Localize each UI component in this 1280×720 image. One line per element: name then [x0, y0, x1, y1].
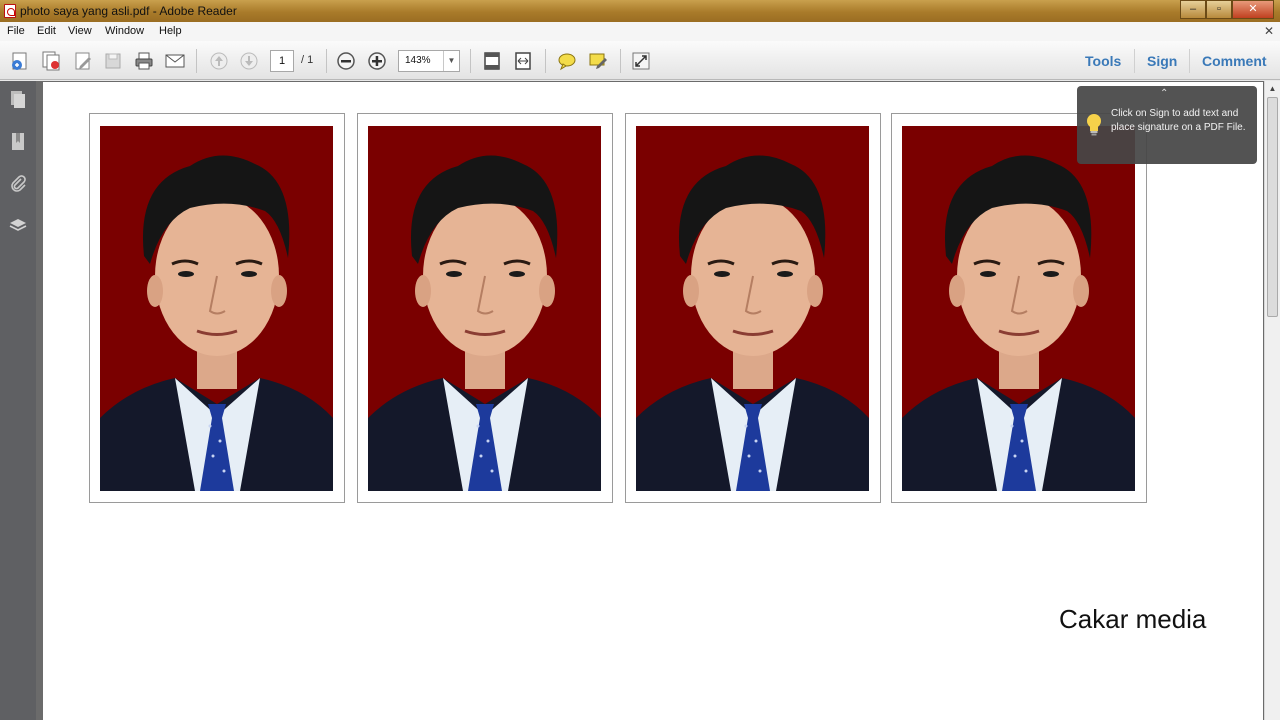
- toolbar-separator: [1134, 49, 1135, 73]
- passport-photo: [891, 113, 1147, 503]
- toolbar-separator: [470, 49, 471, 73]
- close-button[interactable]: ✕: [1232, 0, 1274, 19]
- menu-bar: File Edit View Window Help ✕: [0, 22, 1280, 41]
- watermark-text: Cakar media: [1059, 604, 1207, 634]
- passport-photo: [357, 113, 613, 503]
- portrait-image: [902, 126, 1135, 491]
- page-total: / 1: [301, 54, 314, 66]
- tooltip-text: Click on Sign to add text and place sign…: [1111, 108, 1246, 133]
- comment-pane-button[interactable]: Comment: [1202, 53, 1267, 69]
- lightbulb-icon: [1087, 114, 1101, 136]
- zoom-value: 143%: [405, 55, 431, 66]
- read-mode-icon[interactable]: [629, 49, 653, 73]
- edit-icon[interactable]: [71, 49, 95, 73]
- page-thumbnails-icon[interactable]: [8, 89, 28, 111]
- scroll-up-arrow-icon[interactable]: ▲: [1265, 81, 1280, 97]
- menu-help[interactable]: Help: [159, 25, 182, 37]
- title-bar: photo saya yang asli.pdf - Adobe Reader …: [0, 0, 1280, 22]
- vertical-scrollbar[interactable]: ▲: [1264, 81, 1280, 720]
- passport-photo: [625, 113, 881, 503]
- comment-note-icon[interactable]: [555, 49, 579, 73]
- fit-width-icon[interactable]: [511, 49, 535, 73]
- passport-photo: [89, 113, 345, 503]
- menu-view[interactable]: View: [68, 25, 92, 37]
- toolbar-separator: [196, 49, 197, 73]
- chevron-down-icon[interactable]: ▼: [443, 51, 459, 71]
- print-icon[interactable]: [132, 49, 156, 73]
- toolbar-separator: [1189, 49, 1190, 73]
- toolbar-separator: [620, 49, 621, 73]
- tools-pane-button[interactable]: Tools: [1085, 53, 1121, 69]
- previous-page-icon[interactable]: [207, 49, 231, 73]
- portrait-image: [368, 126, 601, 491]
- zoom-out-icon[interactable]: [334, 49, 358, 73]
- attachments-icon[interactable]: [8, 173, 28, 195]
- adobe-reader-icon: [4, 4, 16, 18]
- next-page-icon[interactable]: [237, 49, 261, 73]
- sign-tooltip: ⌃ Click on Sign to add text and place si…: [1077, 86, 1257, 164]
- menu-window[interactable]: Window: [105, 25, 144, 37]
- fit-page-icon[interactable]: [480, 49, 504, 73]
- layers-icon[interactable]: [8, 215, 28, 237]
- create-pdf-icon[interactable]: [8, 49, 32, 73]
- menu-edit[interactable]: Edit: [37, 25, 56, 37]
- toolbar: 1 / 1 143% ▼ Tools Sign Comment: [0, 41, 1280, 80]
- restore-button[interactable]: ▫: [1206, 0, 1232, 19]
- toolbar-separator: [545, 49, 546, 73]
- page-number-input[interactable]: 1: [270, 50, 294, 72]
- minimize-button[interactable]: –: [1180, 0, 1206, 19]
- bookmarks-icon[interactable]: [8, 131, 28, 153]
- navigation-panel: [0, 81, 36, 720]
- close-document-icon[interactable]: ✕: [1264, 24, 1274, 38]
- portrait-image: [100, 126, 333, 491]
- scrollbar-thumb[interactable]: [1267, 97, 1278, 317]
- save-icon[interactable]: [101, 49, 125, 73]
- highlight-icon[interactable]: [586, 49, 610, 73]
- zoom-in-icon[interactable]: [365, 49, 389, 73]
- window-controls: – ▫ ✕: [1180, 0, 1274, 20]
- zoom-level-select[interactable]: 143% ▼: [398, 50, 460, 72]
- toolbar-separator: [326, 49, 327, 73]
- combine-files-icon[interactable]: [39, 49, 63, 73]
- menu-file[interactable]: File: [7, 25, 25, 37]
- tooltip-caret-icon: ⌃: [1160, 88, 1169, 99]
- sign-pane-button[interactable]: Sign: [1147, 53, 1177, 69]
- window-title: photo saya yang asli.pdf - Adobe Reader: [20, 4, 237, 18]
- email-icon[interactable]: [163, 49, 187, 73]
- portrait-image: [636, 126, 869, 491]
